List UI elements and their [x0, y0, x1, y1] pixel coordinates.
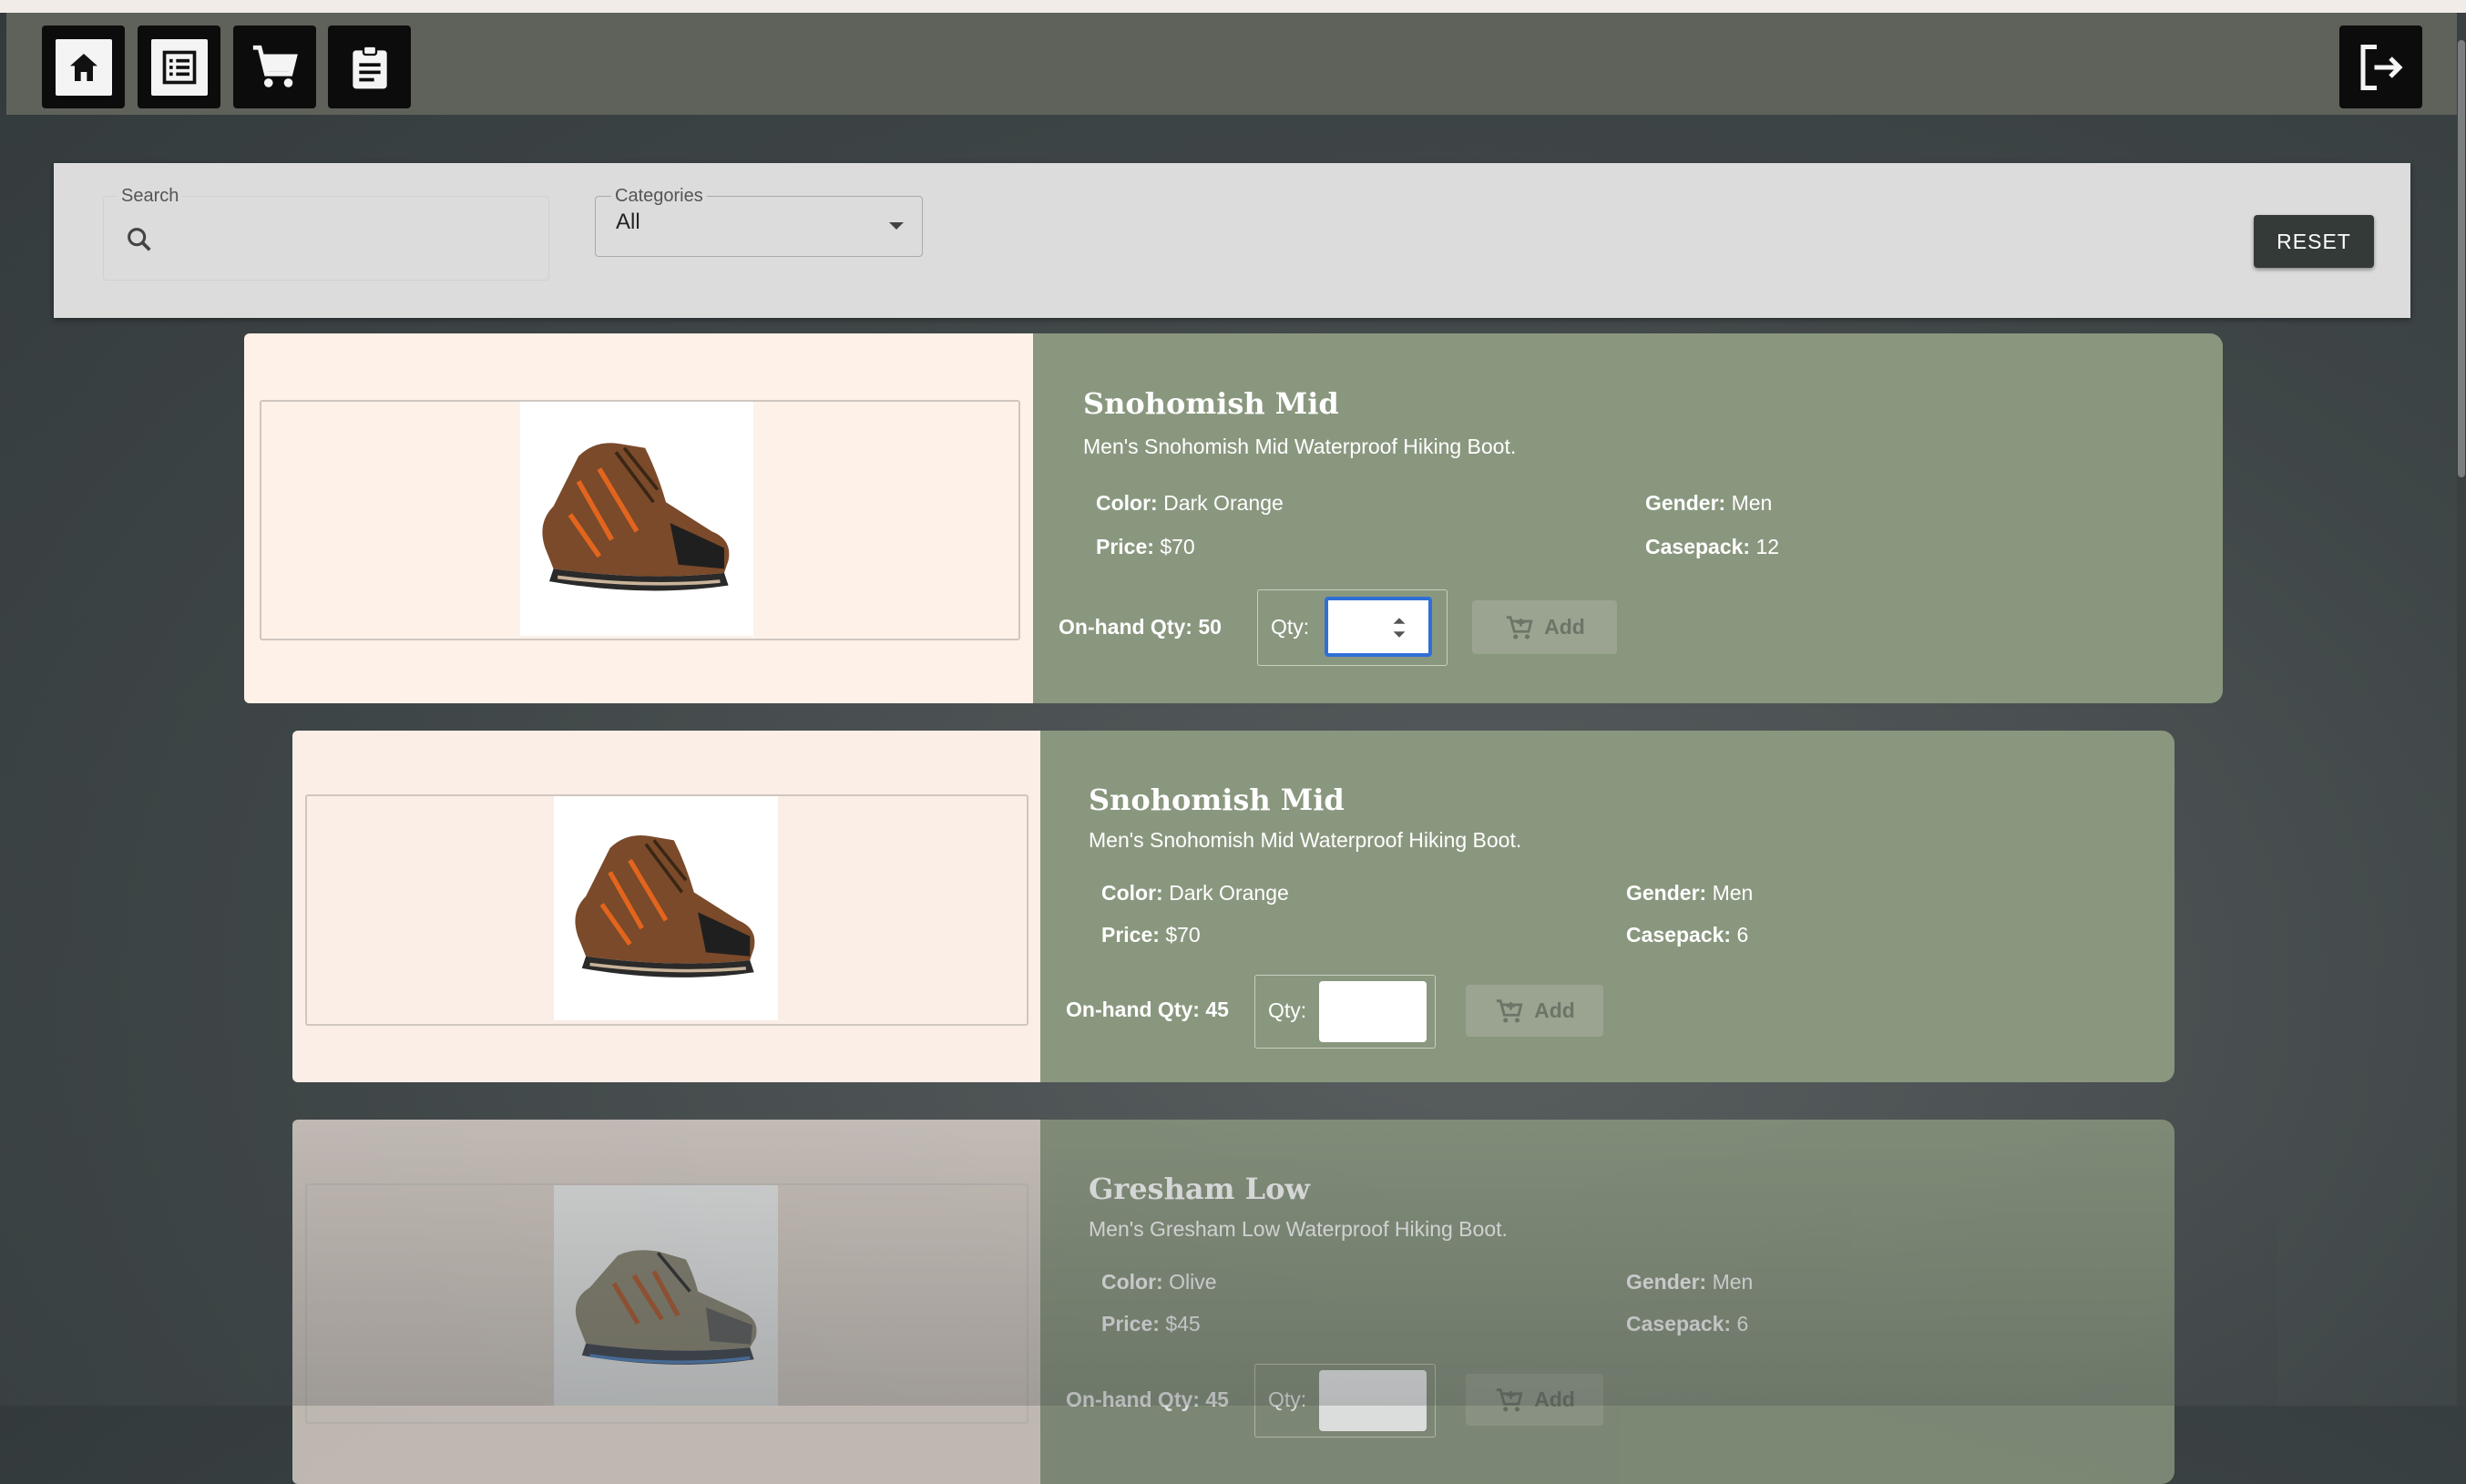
product-title: Snohomish Mid: [1083, 386, 1339, 421]
onhand-qty: On-hand Qty: 45: [1066, 998, 1229, 1021]
product-info-pane: Gresham Low Men's Gresham Low Waterproof…: [1040, 1120, 2174, 1484]
cart-button[interactable]: [233, 26, 316, 108]
add-to-cart-button[interactable]: Add: [1466, 1374, 1603, 1426]
search-input[interactable]: [175, 220, 534, 259]
product-gender: Gender: Men: [1626, 1270, 1754, 1294]
qty-field[interactable]: Qty:: [1254, 1364, 1436, 1438]
clipboard-icon: [342, 39, 398, 96]
categories-value: All: [616, 210, 640, 234]
product-card: Snohomish Mid Men's Snohomish Mid Waterp…: [292, 731, 2174, 1082]
product-image-pane: [244, 333, 1033, 703]
logout-icon: [2353, 39, 2410, 96]
search-label: Search: [118, 186, 183, 207]
add-to-cart-button[interactable]: Add: [1466, 985, 1603, 1037]
add-cart-icon: [1506, 615, 1533, 639]
add-label: Add: [1534, 998, 1575, 1022]
product-image[interactable]: [554, 1185, 778, 1406]
stepper-arrows-icon[interactable]: [1389, 614, 1409, 641]
top-strip: [0, 0, 2466, 13]
product-title: Gresham Low: [1089, 1172, 1310, 1206]
qty-field[interactable]: Qty:: [1254, 975, 1436, 1049]
search-field[interactable]: [103, 196, 549, 281]
product-image-pane: [292, 731, 1040, 1082]
qty-label: Qty:: [1271, 615, 1310, 639]
product-casepack: Casepack: 6: [1626, 923, 1749, 947]
product-description: Men's Gresham Low Waterproof Hiking Boot…: [1089, 1217, 1508, 1241]
scrollbar-thumb[interactable]: [2458, 40, 2465, 477]
product-image[interactable]: [520, 402, 753, 636]
product-image-pane: [292, 1120, 1040, 1484]
onhand-qty: On-hand Qty: 45: [1066, 1387, 1229, 1411]
qty-input[interactable]: [1319, 1370, 1427, 1431]
product-image[interactable]: [554, 796, 778, 1020]
logout-button[interactable]: [2339, 26, 2422, 108]
product-info-pane: Snohomish Mid Men's Snohomish Mid Waterp…: [1040, 731, 2174, 1082]
product-color: Color: Olive: [1101, 1270, 1217, 1294]
home-icon: [55, 38, 112, 96]
onhand-qty: On-hand Qty: 50: [1059, 615, 1222, 639]
orders-button[interactable]: [328, 26, 411, 108]
qty-input[interactable]: [1325, 597, 1432, 657]
catalog-list-button[interactable]: [138, 26, 220, 108]
scrollbar[interactable]: [2457, 13, 2466, 1406]
product-color: Color: Dark Orange: [1096, 491, 1284, 515]
add-label: Add: [1544, 615, 1585, 639]
qty-label: Qty:: [1268, 1387, 1307, 1411]
product-info-pane: Snohomish Mid Men's Snohomish Mid Waterp…: [1033, 333, 2223, 703]
add-to-cart-button[interactable]: Add: [1472, 600, 1617, 654]
categories-label: Categories: [611, 186, 707, 207]
list-icon: [150, 38, 208, 96]
add-cart-icon: [1496, 998, 1523, 1022]
qty-input[interactable]: [1319, 981, 1427, 1042]
add-cart-icon: [1496, 1387, 1523, 1411]
qty-field[interactable]: Qty:: [1257, 589, 1448, 666]
reset-button[interactable]: RESET: [2254, 215, 2374, 268]
product-description: Men's Snohomish Mid Waterproof Hiking Bo…: [1083, 435, 1517, 458]
product-card: Snohomish Mid Men's Snohomish Mid Waterp…: [244, 333, 2223, 703]
product-gender: Gender: Men: [1626, 881, 1754, 905]
product-price: Price: $70: [1101, 923, 1201, 947]
home-button[interactable]: [42, 26, 125, 108]
chevron-down-icon: [889, 222, 904, 230]
search-icon: [128, 228, 151, 251]
product-title: Snohomish Mid: [1089, 783, 1345, 817]
add-label: Add: [1534, 1387, 1575, 1411]
product-description: Men's Snohomish Mid Waterproof Hiking Bo…: [1089, 828, 1522, 852]
product-price: Price: $70: [1096, 535, 1195, 558]
cart-icon: [247, 39, 303, 96]
qty-label: Qty:: [1268, 998, 1307, 1022]
product-price: Price: $45: [1101, 1312, 1201, 1336]
product-color: Color: Dark Orange: [1101, 881, 1289, 905]
product-gender: Gender: Men: [1645, 491, 1773, 515]
product-casepack: Casepack: 12: [1645, 535, 1780, 558]
filter-panel: Search All Categories RESET: [54, 163, 2410, 318]
product-card: Gresham Low Men's Gresham Low Waterproof…: [292, 1120, 2174, 1484]
product-casepack: Casepack: 6: [1626, 1312, 1749, 1336]
